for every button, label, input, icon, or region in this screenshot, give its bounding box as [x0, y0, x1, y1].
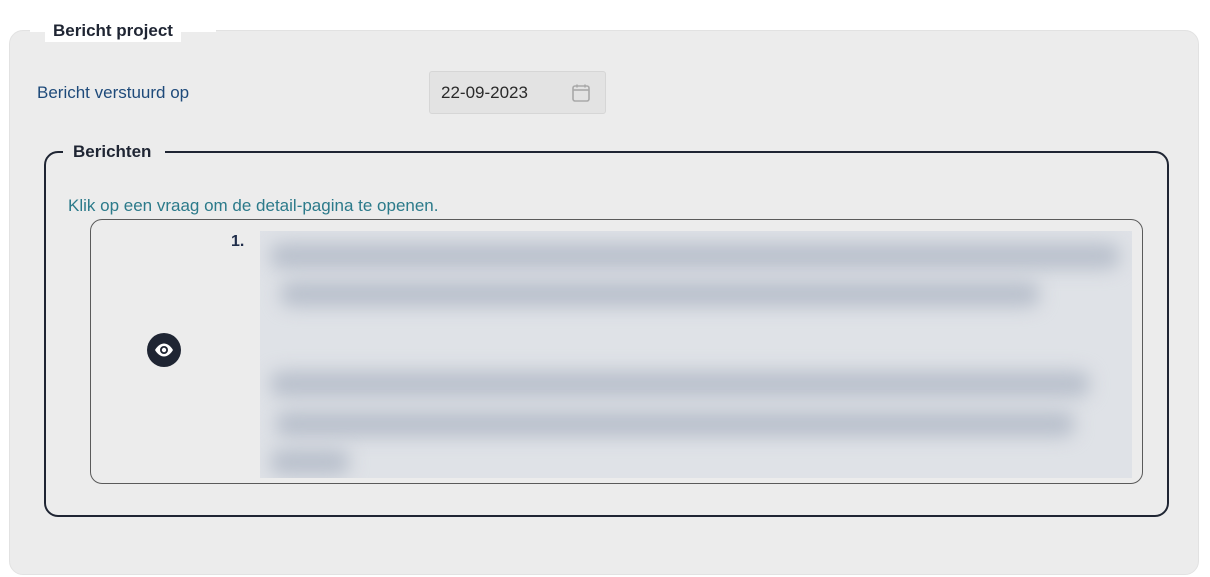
sent-on-label: Bericht verstuurd op	[37, 83, 190, 102]
sent-on-date-value: 22-09-2023	[441, 83, 528, 102]
redacted-message-content	[260, 231, 1132, 478]
panel-title: Bericht project	[45, 20, 181, 42]
berichten-hint: Klik op een vraag om de detail-pagina te…	[68, 196, 439, 215]
view-message-button[interactable]	[147, 333, 181, 367]
sent-on-date-field[interactable]: 22-09-2023	[429, 71, 606, 114]
eye-icon	[155, 343, 173, 357]
message-number: 1.	[231, 233, 245, 250]
calendar-icon[interactable]	[571, 83, 591, 103]
berichten-title: Berichten	[63, 141, 166, 163]
